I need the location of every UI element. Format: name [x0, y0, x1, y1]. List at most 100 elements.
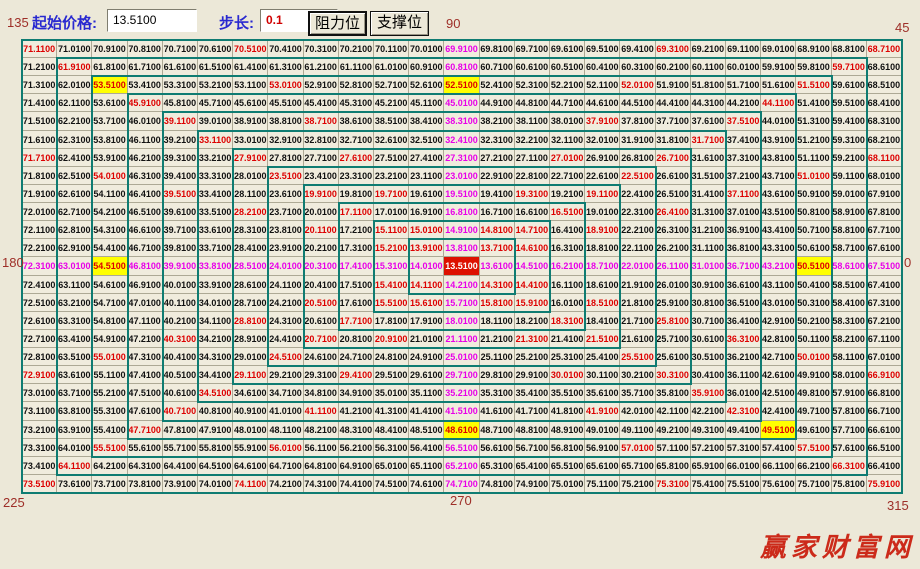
- grid-cell-r19c25[interactable]: 66.9100: [867, 366, 902, 384]
- grid-cell-r12c23[interactable]: 50.6100: [796, 239, 831, 257]
- grid-cell-r6c10[interactable]: 32.7100: [339, 131, 374, 149]
- grid-cell-r1c3[interactable]: 70.9100: [92, 40, 127, 58]
- grid-cell-r3c10[interactable]: 52.8100: [339, 76, 374, 94]
- grid-cell-r8c2[interactable]: 62.5100: [57, 167, 92, 185]
- grid-cell-r13c24[interactable]: 58.6100: [832, 257, 867, 275]
- grid-cell-r10c9[interactable]: 20.0100: [304, 203, 339, 221]
- grid-cell-r25c2[interactable]: 73.6100: [57, 475, 92, 493]
- grid-cell-r10c13[interactable]: 16.8100: [444, 203, 479, 221]
- grid-cell-r25c22[interactable]: 75.6100: [761, 475, 796, 493]
- grid-cell-r9c12[interactable]: 19.6100: [409, 185, 444, 203]
- grid-cell-r6c4[interactable]: 46.1100: [128, 131, 163, 149]
- grid-cell-r8c1[interactable]: 71.8100: [22, 167, 57, 185]
- grid-cell-r11c24[interactable]: 58.8100: [832, 221, 867, 239]
- grid-cell-r21c2[interactable]: 63.8100: [57, 402, 92, 420]
- grid-cell-r5c7[interactable]: 38.9100: [233, 112, 268, 130]
- grid-cell-r6c16[interactable]: 32.1100: [550, 131, 585, 149]
- grid-cell-r13c17[interactable]: 18.7100: [585, 257, 620, 275]
- grid-cell-r22c9[interactable]: 48.2100: [304, 421, 339, 439]
- grid-cell-r19c6[interactable]: 34.4100: [198, 366, 233, 384]
- grid-cell-r18c16[interactable]: 25.3100: [550, 348, 585, 366]
- grid-cell-r3c5[interactable]: 53.3100: [163, 76, 198, 94]
- grid-cell-r4c18[interactable]: 44.5100: [620, 94, 655, 112]
- grid-cell-r8c23[interactable]: 51.0100: [796, 167, 831, 185]
- grid-cell-r14c5[interactable]: 40.0100: [163, 276, 198, 294]
- grid-cell-r6c24[interactable]: 59.3100: [832, 131, 867, 149]
- grid-cell-r18c3[interactable]: 55.0100: [92, 348, 127, 366]
- grid-cell-r16c2[interactable]: 63.3100: [57, 312, 92, 330]
- grid-cell-r13c1[interactable]: 72.3100: [22, 257, 57, 275]
- grid-cell-r13c11[interactable]: 15.3100: [374, 257, 409, 275]
- grid-cell-r1c6[interactable]: 70.6100: [198, 40, 233, 58]
- grid-cell-r24c14[interactable]: 65.3100: [480, 457, 515, 475]
- grid-cell-r16c8[interactable]: 24.3100: [268, 312, 303, 330]
- grid-cell-r17c17[interactable]: 21.5100: [585, 330, 620, 348]
- grid-cell-r8c19[interactable]: 26.6100: [656, 167, 691, 185]
- grid-cell-r10c6[interactable]: 33.5100: [198, 203, 233, 221]
- grid-cell-r10c2[interactable]: 62.7100: [57, 203, 92, 221]
- grid-cell-r24c25[interactable]: 66.4100: [867, 457, 902, 475]
- grid-cell-r2c17[interactable]: 60.4100: [585, 58, 620, 76]
- grid-cell-r11c11[interactable]: 15.1100: [374, 221, 409, 239]
- grid-cell-r9c24[interactable]: 59.0100: [832, 185, 867, 203]
- grid-cell-r15c24[interactable]: 58.4100: [832, 294, 867, 312]
- grid-cell-r21c21[interactable]: 42.3100: [726, 402, 761, 420]
- grid-cell-r12c8[interactable]: 23.9100: [268, 239, 303, 257]
- grid-cell-r20c12[interactable]: 35.1100: [409, 384, 444, 402]
- grid-cell-r14c9[interactable]: 20.4100: [304, 276, 339, 294]
- grid-cell-r5c12[interactable]: 38.4100: [409, 112, 444, 130]
- grid-cell-r1c10[interactable]: 70.2100: [339, 40, 374, 58]
- grid-cell-r20c13[interactable]: 35.2100: [444, 384, 479, 402]
- grid-cell-r6c7[interactable]: 33.0100: [233, 131, 268, 149]
- grid-cell-r12c3[interactable]: 54.4100: [92, 239, 127, 257]
- grid-cell-r16c1[interactable]: 72.6100: [22, 312, 57, 330]
- grid-cell-r3c12[interactable]: 52.6100: [409, 76, 444, 94]
- grid-cell-r11c25[interactable]: 67.7100: [867, 221, 902, 239]
- grid-cell-r22c21[interactable]: 49.4100: [726, 421, 761, 439]
- grid-cell-r15c15[interactable]: 15.9100: [515, 294, 550, 312]
- grid-cell-r3c15[interactable]: 52.3100: [515, 76, 550, 94]
- grid-cell-r24c1[interactable]: 73.4100: [22, 457, 57, 475]
- grid-cell-r3c2[interactable]: 62.0100: [57, 76, 92, 94]
- grid-cell-r9c4[interactable]: 46.4100: [128, 185, 163, 203]
- grid-cell-r16c10[interactable]: 17.7100: [339, 312, 374, 330]
- grid-cell-r1c2[interactable]: 71.0100: [57, 40, 92, 58]
- grid-cell-r10c24[interactable]: 58.9100: [832, 203, 867, 221]
- grid-cell-r21c25[interactable]: 66.7100: [867, 402, 902, 420]
- grid-cell-r10c19[interactable]: 26.4100: [656, 203, 691, 221]
- grid-cell-r10c4[interactable]: 46.5100: [128, 203, 163, 221]
- grid-cell-r18c19[interactable]: 25.6100: [656, 348, 691, 366]
- grid-cell-r18c7[interactable]: 29.0100: [233, 348, 268, 366]
- grid-cell-r4c20[interactable]: 44.3100: [691, 94, 726, 112]
- grid-cell-r19c23[interactable]: 49.9100: [796, 366, 831, 384]
- grid-cell-r8c18[interactable]: 22.5100: [620, 167, 655, 185]
- grid-cell-r17c9[interactable]: 20.7100: [304, 330, 339, 348]
- grid-cell-r21c22[interactable]: 42.4100: [761, 402, 796, 420]
- grid-cell-r2c12[interactable]: 60.9100: [409, 58, 444, 76]
- grid-cell-r14c1[interactable]: 72.4100: [22, 276, 57, 294]
- grid-cell-r10c18[interactable]: 22.3100: [620, 203, 655, 221]
- grid-cell-r10c7[interactable]: 28.2100: [233, 203, 268, 221]
- grid-cell-r8c20[interactable]: 31.5100: [691, 167, 726, 185]
- grid-cell-r23c15[interactable]: 56.7100: [515, 439, 550, 457]
- grid-cell-r6c12[interactable]: 32.5100: [409, 131, 444, 149]
- grid-cell-r6c20[interactable]: 31.7100: [691, 131, 726, 149]
- grid-cell-r23c8[interactable]: 56.0100: [268, 439, 303, 457]
- grid-cell-r1c14[interactable]: 69.8100: [480, 40, 515, 58]
- grid-cell-r25c7[interactable]: 74.1100: [233, 475, 268, 493]
- grid-cell-r21c15[interactable]: 41.7100: [515, 402, 550, 420]
- grid-cell-r13c8[interactable]: 24.0100: [268, 257, 303, 275]
- grid-cell-r25c25[interactable]: 75.9100: [867, 475, 902, 493]
- grid-cell-r18c2[interactable]: 63.5100: [57, 348, 92, 366]
- grid-cell-r12c7[interactable]: 28.4100: [233, 239, 268, 257]
- grid-cell-r9c7[interactable]: 28.1100: [233, 185, 268, 203]
- grid-cell-r24c15[interactable]: 65.4100: [515, 457, 550, 475]
- grid-cell-r22c18[interactable]: 49.1100: [620, 421, 655, 439]
- grid-cell-r19c8[interactable]: 29.2100: [268, 366, 303, 384]
- grid-cell-r20c8[interactable]: 34.7100: [268, 384, 303, 402]
- grid-cell-r17c12[interactable]: 21.0100: [409, 330, 444, 348]
- grid-cell-r7c17[interactable]: 26.9100: [585, 149, 620, 167]
- grid-cell-r12c2[interactable]: 62.9100: [57, 239, 92, 257]
- grid-cell-r1c11[interactable]: 70.1100: [374, 40, 409, 58]
- grid-cell-r19c4[interactable]: 47.4100: [128, 366, 163, 384]
